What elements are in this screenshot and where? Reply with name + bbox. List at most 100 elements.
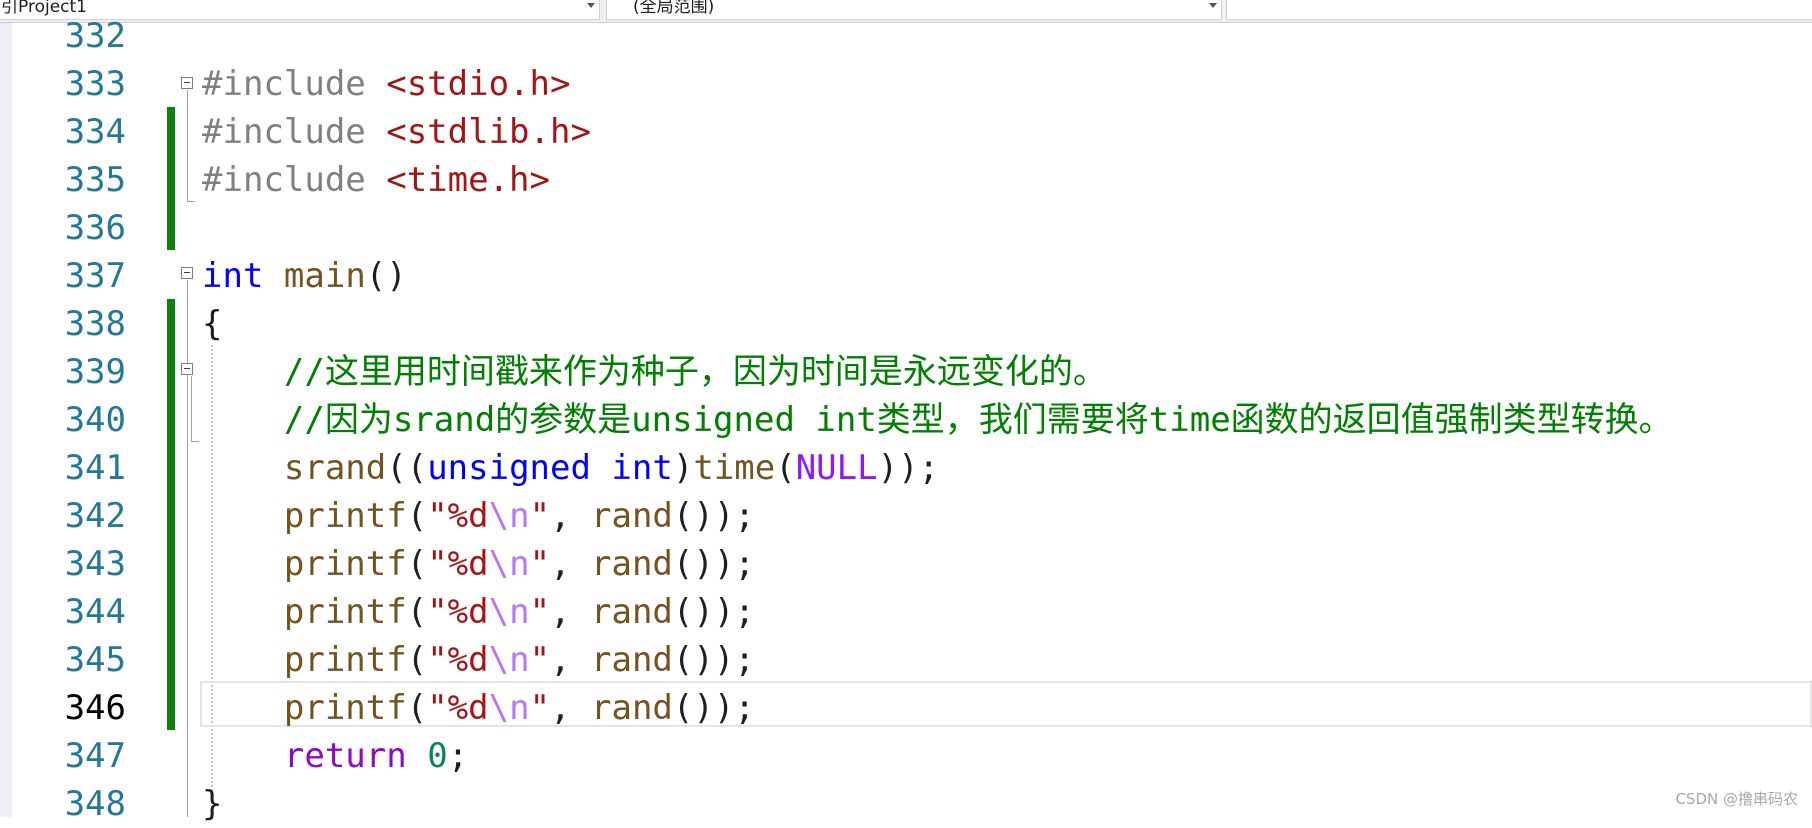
collapse-icon[interactable]	[181, 77, 193, 89]
code-token: ,	[550, 544, 592, 584]
code-line[interactable]: printf("%d\n", rand());	[202, 636, 755, 684]
chevron-down-icon	[1209, 3, 1217, 8]
code-token: 0	[427, 736, 448, 776]
line-number: 342	[64, 496, 126, 536]
code-token: {	[202, 304, 223, 344]
code-line[interactable]: srand((unsigned int)time(NULL));	[202, 444, 939, 492]
line-number: 337	[64, 256, 126, 296]
code-line[interactable]: printf("%d\n", rand());	[202, 684, 755, 732]
code-token: \n	[488, 688, 530, 728]
line-number: 334	[64, 112, 126, 152]
member-dropdown[interactable]	[1226, 0, 1812, 20]
chevron-down-icon	[587, 3, 595, 8]
code-token: main	[283, 256, 366, 296]
code-token: "%d	[427, 544, 489, 584]
line-number: 343	[64, 544, 126, 584]
code-token: (	[406, 496, 428, 536]
code-line[interactable]: printf("%d\n", rand());	[202, 540, 755, 588]
code-token: "	[529, 640, 551, 680]
code-line[interactable]: #include <stdio.h>	[202, 60, 570, 108]
code-token: ());	[672, 688, 755, 728]
code-token: <stdio.h>	[386, 64, 571, 104]
code-line[interactable]: #include <stdlib.h>	[202, 108, 591, 156]
line-number: 336	[64, 208, 126, 248]
code-token: "	[529, 592, 551, 632]
code-token: int	[202, 256, 264, 296]
code-token: #include	[202, 112, 387, 152]
code-token: "%d	[427, 592, 489, 632]
code-line[interactable]: printf("%d\n", rand());	[202, 588, 755, 636]
outline-guide	[187, 90, 188, 202]
code-token: "%d	[427, 496, 489, 536]
scope-dropdown-value: (全局范围)	[633, 0, 715, 17]
code-token: (	[406, 592, 428, 632]
code-token: ));	[877, 448, 940, 488]
line-number: 348	[64, 784, 126, 824]
code-token: ,	[550, 640, 592, 680]
collapse-icon[interactable]	[181, 363, 193, 375]
code-token: (	[406, 688, 428, 728]
code-token: unsigned int	[427, 448, 673, 488]
code-token: "	[529, 688, 551, 728]
line-number: 341	[64, 448, 126, 488]
code-token: ((	[386, 448, 428, 488]
code-line[interactable]: #include <time.h>	[202, 156, 550, 204]
code-token: //这里用时间戳来作为种子，因为时间是永远变化的。	[202, 352, 1107, 392]
scope-dropdown[interactable]: (全局范围)	[606, 0, 1222, 20]
code-line[interactable]: {	[202, 300, 222, 348]
collapse-icon[interactable]	[181, 267, 193, 279]
code-token: ());	[672, 496, 755, 536]
code-line[interactable]: }	[202, 780, 222, 828]
code-token: ,	[550, 496, 592, 536]
code-token: rand	[591, 592, 673, 632]
code-token: rand	[591, 688, 673, 728]
code-token: )	[672, 448, 694, 488]
code-token: srand	[283, 448, 387, 488]
code-line[interactable]: //因为srand的参数是unsigned int类型，我们需要将time函数的…	[202, 396, 1673, 444]
code-token: printf	[283, 544, 407, 584]
code-line[interactable]: int main()	[202, 252, 407, 300]
code-token: \n	[488, 544, 530, 584]
code-token: ;	[447, 736, 469, 776]
code-token: printf	[283, 640, 407, 680]
code-line[interactable]: //这里用时间戳来作为种子，因为时间是永远变化的。	[202, 348, 1107, 396]
code-token: return	[283, 736, 407, 776]
code-token: printf	[283, 496, 407, 536]
code-token: time	[693, 448, 776, 488]
code-token: rand	[591, 640, 673, 680]
line-number: 344	[64, 592, 126, 632]
line-number: 346	[64, 688, 126, 728]
code-token: "	[529, 544, 551, 584]
code-token: (	[406, 640, 428, 680]
code-token: #include	[202, 160, 387, 200]
code-token: ());	[672, 640, 755, 680]
code-token: ,	[550, 688, 592, 728]
code-line[interactable]: printf("%d\n", rand());	[202, 492, 755, 540]
code-token: printf	[283, 688, 407, 728]
outline-guide	[187, 201, 195, 202]
code-line[interactable]: return 0;	[202, 732, 468, 780]
line-number: 335	[64, 160, 126, 200]
line-number: 332	[64, 16, 126, 56]
watermark: CSDN @撸串码农	[1675, 790, 1798, 808]
editor-margin	[0, 23, 12, 817]
change-indicator	[167, 299, 175, 730]
code-token: }	[202, 784, 223, 824]
line-number: 340	[64, 400, 126, 440]
code-token: (	[406, 544, 428, 584]
code-token: printf	[283, 592, 407, 632]
outline-guide	[191, 441, 199, 442]
change-indicator	[167, 107, 175, 250]
code-token: "	[529, 496, 551, 536]
navigation-bar: 引Project1 (全局范围)	[0, 0, 1812, 23]
code-token: ()	[365, 256, 407, 296]
code-token: rand	[591, 496, 673, 536]
code-token: \n	[488, 496, 530, 536]
